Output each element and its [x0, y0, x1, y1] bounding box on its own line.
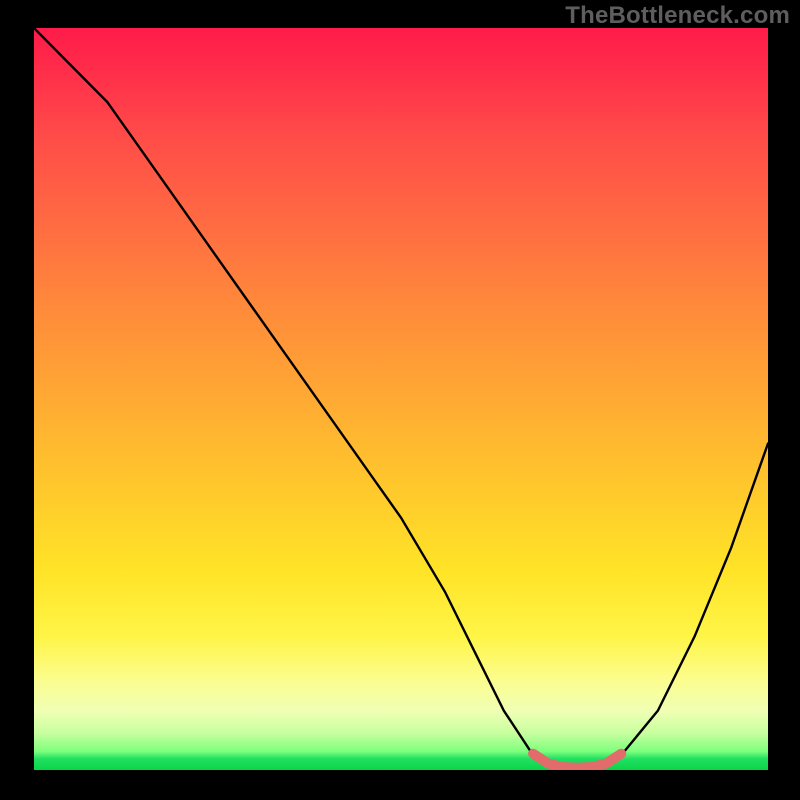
chart-container: TheBottleneck.com — [0, 0, 800, 800]
bottleneck-curve — [34, 28, 768, 770]
optimal-band — [533, 754, 621, 768]
watermark-text: TheBottleneck.com — [565, 2, 790, 30]
curve-layer — [34, 28, 768, 770]
plot-area — [34, 28, 768, 770]
